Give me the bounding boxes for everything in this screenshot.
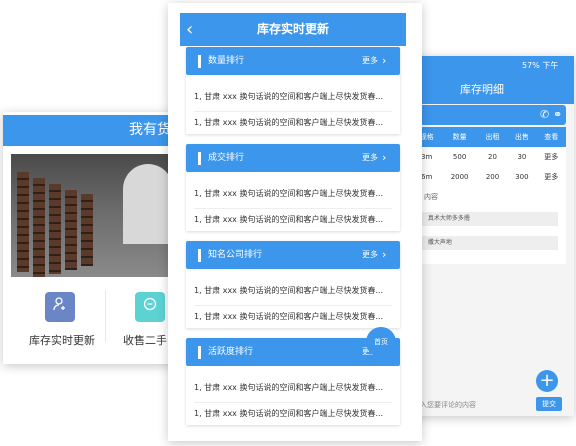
table-row: 6m 2000 200 300 更多 [412,167,566,187]
section-activity-ranking: 活跃度排行 更多 › 1, 甘肃 xxx 换句话说的空间和客户端上尽快发货春..… [186,338,400,425]
section-title: 活跃度排行 [208,347,254,357]
list-item[interactable]: 1, 甘肃 xxx 换句话说的空间和客户端上尽快发货春... [194,188,392,199]
submit-button[interactable]: 提交 [536,397,562,411]
more-link[interactable]: 更多 [537,167,566,187]
divider [194,305,392,306]
phone-icon[interactable]: ✆ [540,105,549,125]
table-header: 数量 [441,127,478,147]
middle-phone-screen: ‹ 库存实时更新 数量排行 更多 › 1, 甘肃 xxx 换句话说的空间和客户端… [168,3,422,441]
section-quantity-ranking: 数量排行 更多 › 1, 甘肃 xxx 换句话说的空间和客户端上尽快发货春...… [186,47,400,134]
list-item[interactable]: 1, 甘肃 xxx 换句话说的空间和客户端上尽快发货春... [194,214,392,225]
chevron-right-icon[interactable]: › [382,144,386,172]
list-item[interactable]: 1, 甘肃 xxx 换句话说的空间和客户端上尽快发货春... [194,311,392,322]
chat-icon[interactable] [135,292,165,322]
list-item[interactable]: 1, 甘肃 xxx 换句话说的空间和客户端上尽快发货春... [194,382,392,393]
table-cell: 200 [485,173,500,181]
table-cell: 30 [517,153,527,161]
section-title: 成交排行 [208,153,245,163]
right-header: 库存明细 [406,76,574,104]
list-item[interactable]: 1, 甘肃 xxx 换句话说的空间和客户端上尽快发货春... [194,117,392,128]
back-arrow-icon[interactable]: ‹ [186,13,193,46]
chevron-right-icon[interactable]: › [382,47,386,75]
section-title: 数量排行 [208,56,245,66]
more-link[interactable]: 更多 [537,147,566,167]
comment-item: ： 真术大师多多撸 [420,212,558,226]
table-cell: 300 [515,173,529,181]
table-cell: 500 [452,153,467,161]
section-deal-ranking: 成交排行 更多 › 1, 甘肃 xxx 换句话说的空间和客户端上尽快发货春...… [186,144,400,231]
section-header: 成交排行 更多 › [186,144,400,172]
table-cell: 20 [488,153,497,161]
add-button[interactable]: + [536,370,558,392]
list-item[interactable]: 1, 甘肃 xxx 换句话说的空间和客户端上尽快发货春... [194,91,392,102]
list-item[interactable]: 1, 甘肃 xxx 换句话说的空间和客户端上尽快发货春... [194,408,392,419]
section-marker [198,249,201,262]
home-button[interactable]: 首页 [366,327,396,357]
more-link[interactable]: 更多 [362,241,378,269]
divider [194,111,392,112]
action-bar: ✆ ⚭ [412,105,566,125]
comment-item: ： 撒大声地 [420,236,558,250]
nav-item-second-hand[interactable]: 收售二手1 [123,332,174,348]
window-shape [123,164,173,244]
divider [194,208,392,209]
section-header: 知名公司排行 更多 › [186,241,400,269]
comment-input[interactable]: 入您要评论的内容 [420,400,476,410]
right-phone-screen: 57% 下午2:01 库存明细 ✆ ⚭ 规格 数量 出租 出售 查看 3m 50… [406,56,574,416]
divider [194,402,392,403]
table-cell: 2000 [450,173,469,181]
table-header: 查看 [536,127,566,147]
comments-panel: 内容 ： 真术大师多多撸 ： 撒大声地 [412,186,566,264]
more-link[interactable]: 更多 [362,47,378,75]
inventory-table: 规格 数量 出租 出售 查看 3m 500 20 30 更多 6m 2000 2… [412,127,566,187]
left-header-title: 我有货 [129,122,171,138]
page-title: 库存实时更新 [256,22,329,36]
section-header: 数量排行 更多 › [186,47,400,75]
section-marker [198,346,201,359]
list-item[interactable]: 1, 甘肃 xxx 换句话说的空间和客户端上尽快发货春... [194,285,392,296]
link-icon[interactable]: ⚭ [553,105,562,125]
section-company-ranking: 知名公司排行 更多 › 1, 甘肃 xxx 换句话说的空间和客户端上尽快发货春.… [186,241,400,328]
table-header: 出租 [477,127,508,147]
user-add-icon[interactable] [45,292,75,322]
status-bar: 57% 下午2:01 [406,56,574,90]
comments-title: 内容 [424,193,438,201]
section-marker [198,152,201,165]
banner-image[interactable] [11,154,191,277]
section-marker [198,55,201,68]
right-title: 库存明细 [460,83,504,96]
page-header: ‹ 库存实时更新 [180,13,406,46]
nav-item-inventory[interactable]: 库存实时更新 [29,332,95,348]
more-link[interactable]: 更多 [362,144,378,172]
divider [105,290,106,342]
section-title: 知名公司排行 [208,250,263,260]
chevron-right-icon[interactable]: › [382,241,386,269]
table-row: 3m 500 20 30 更多 [412,147,566,167]
table-header: 出售 [507,127,537,147]
